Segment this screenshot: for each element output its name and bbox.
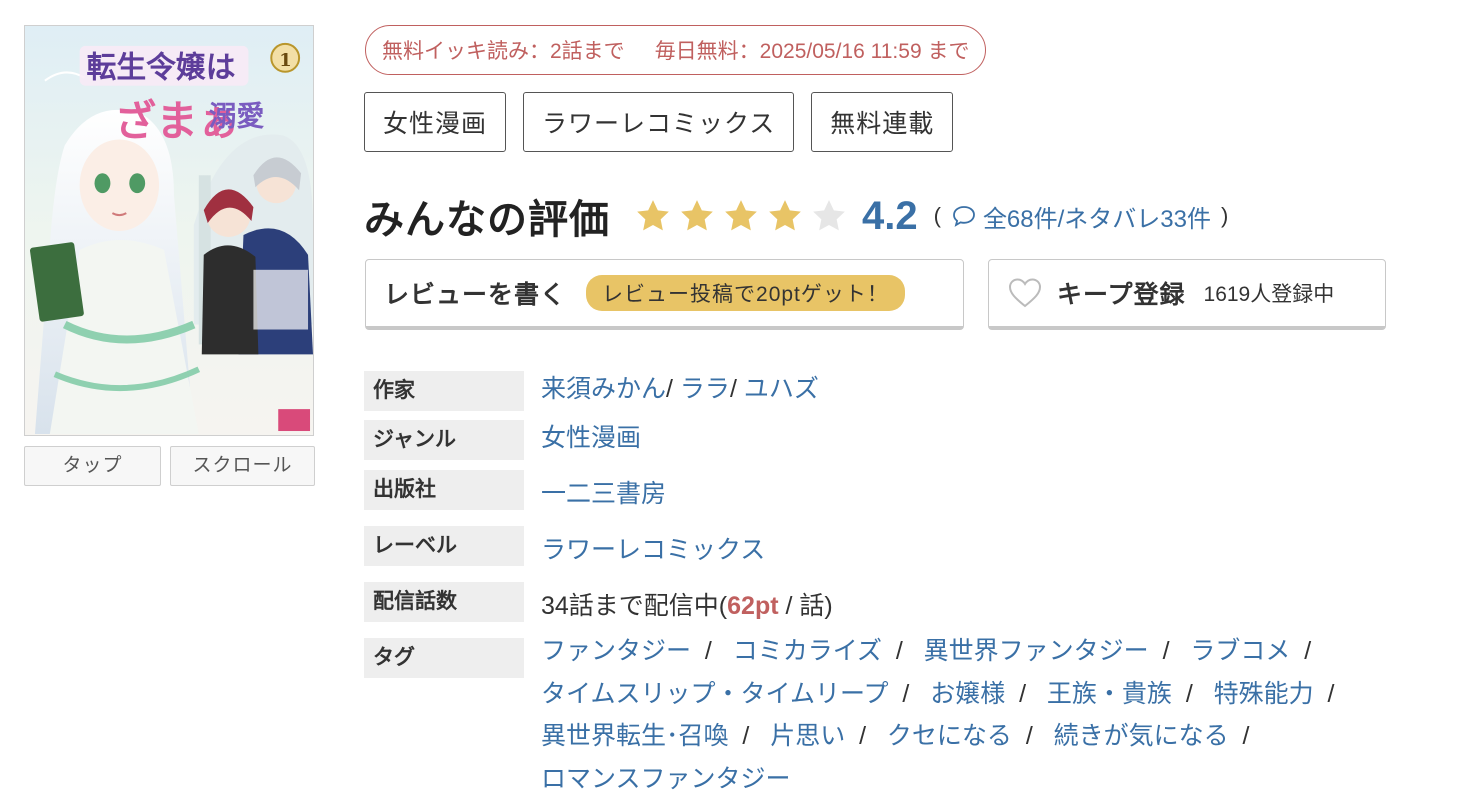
tag-link[interactable]: ラブコメ <box>1190 637 1290 665</box>
tag-link[interactable]: 異世界転生･召喚 <box>541 722 729 750</box>
speech-bubble-icon <box>953 206 975 227</box>
author-link[interactable]: ユハズ <box>744 375 819 403</box>
rating-score: 4.2 <box>862 193 918 238</box>
tag-list: ファンタジー / コミカライズ / 異世界ファンタジー / ラブコメ / タイム… <box>541 637 1335 793</box>
star-icon <box>813 200 845 231</box>
genre-value: 女性漫画 <box>541 418 641 454</box>
review-bonus-badge: レビュー投稿で20ptゲット！ <box>586 275 905 311</box>
author-label: 作家 <box>364 371 524 411</box>
rating-close-paren: ) <box>1221 203 1229 228</box>
tap-button[interactable]: タップ <box>24 446 161 486</box>
keep-count: 1619人登録中 <box>1203 283 1335 306</box>
episodes-prefix: 34話まで配信中( <box>541 592 728 620</box>
author-link[interactable]: ララ <box>680 375 730 403</box>
tag-link[interactable]: コミカライズ <box>733 637 882 665</box>
scroll-button[interactable]: スクロール <box>170 446 315 486</box>
category-tag-free-serial[interactable]: 無料連載 <box>811 92 954 152</box>
imprint-label: レーベル <box>364 526 524 566</box>
imprint-link[interactable]: ラワーレコミックス <box>541 536 765 564</box>
publisher-value: 一二三書房 <box>541 474 666 510</box>
tag-link[interactable]: タイムスリップ・タイムリープ <box>541 680 889 708</box>
episode-price: 62pt <box>727 592 779 620</box>
tags-label: タグ <box>364 638 524 678</box>
keep-button[interactable]: キープ登録 1619人登録中 <box>988 259 1386 330</box>
tag-link[interactable]: 片思い <box>770 722 845 750</box>
publisher-link[interactable]: 一二三書房 <box>541 480 666 508</box>
cover-illustration: 転生令嬢は 1 ざまぁ 溺愛 <box>25 26 313 435</box>
svg-text:転生令嬢は: 転生令嬢は <box>87 51 236 86</box>
genre-link[interactable]: 女性漫画 <box>541 424 641 452</box>
tag-link[interactable]: ファンタジー <box>541 637 691 665</box>
episodes-suffix: / 話) <box>778 592 833 620</box>
star-icon <box>637 200 669 231</box>
tag-link[interactable]: ロマンスファンタジー <box>541 765 791 793</box>
category-tags: 女性漫画 ラワーレコミックス 無料連載 <box>364 92 954 152</box>
star-icon <box>681 200 713 231</box>
tag-link[interactable]: 異世界ファンタジー <box>924 637 1149 665</box>
star-icon <box>769 200 801 231</box>
svg-text:溺愛: 溺愛 <box>209 99 265 132</box>
episodes-label: 配信話数 <box>364 582 524 622</box>
imprint-value: ラワーレコミックス <box>541 530 765 566</box>
author-link[interactable]: 来須みかん <box>541 375 666 403</box>
publisher-label: 出版社 <box>364 470 524 510</box>
keep-label: キープ登録 <box>1057 281 1186 309</box>
reviews-count-link[interactable]: 全68件/ネタバレ33件 <box>983 199 1211 234</box>
rating-open-paren: ( <box>933 203 941 228</box>
episodes-value: 34話まで配信中(62pt / 話) <box>541 586 833 622</box>
rating-row: みんなの評価 4.2 ( 全68件/ネタバレ33件 ) <box>364 186 1228 246</box>
category-tag-label[interactable]: ラワーレコミックス <box>523 92 795 152</box>
tag-link[interactable]: 続きが気になる <box>1054 722 1229 750</box>
free-daily-text: 毎日無料：2025/05/16 11:59 まで <box>654 40 970 63</box>
tag-link[interactable]: 王族・貴族 <box>1047 680 1172 708</box>
author-list: 来須みかん/ ララ/ ユハズ <box>541 375 819 403</box>
genre-label: ジャンル <box>364 420 524 460</box>
write-review-button[interactable]: レビューを書く レビュー投稿で20ptゲット！ <box>365 259 964 330</box>
rating-meta: ( 全68件/ネタバレ33件 ) <box>934 199 1229 234</box>
tag-link[interactable]: お嬢様 <box>930 680 1005 708</box>
star-icon <box>725 200 757 231</box>
tag-link[interactable]: 特殊能力 <box>1214 680 1314 708</box>
svg-text:1: 1 <box>279 50 291 71</box>
cover-image[interactable]: 転生令嬢は 1 ざまぁ 溺愛 <box>24 25 314 436</box>
free-ikki-text: 無料イッキ読み：2話まで <box>382 40 625 63</box>
heart-icon <box>1008 278 1042 308</box>
category-tag-josei[interactable]: 女性漫画 <box>364 92 507 152</box>
star-rating <box>632 196 850 236</box>
write-review-label: レビューを書く <box>384 281 567 309</box>
free-reading-info: 無料イッキ読み：2話まで 毎日無料：2025/05/16 11:59 まで <box>365 25 987 75</box>
rating-title: みんなの評価 <box>364 198 610 242</box>
tag-link[interactable]: クセになる <box>887 722 1012 750</box>
